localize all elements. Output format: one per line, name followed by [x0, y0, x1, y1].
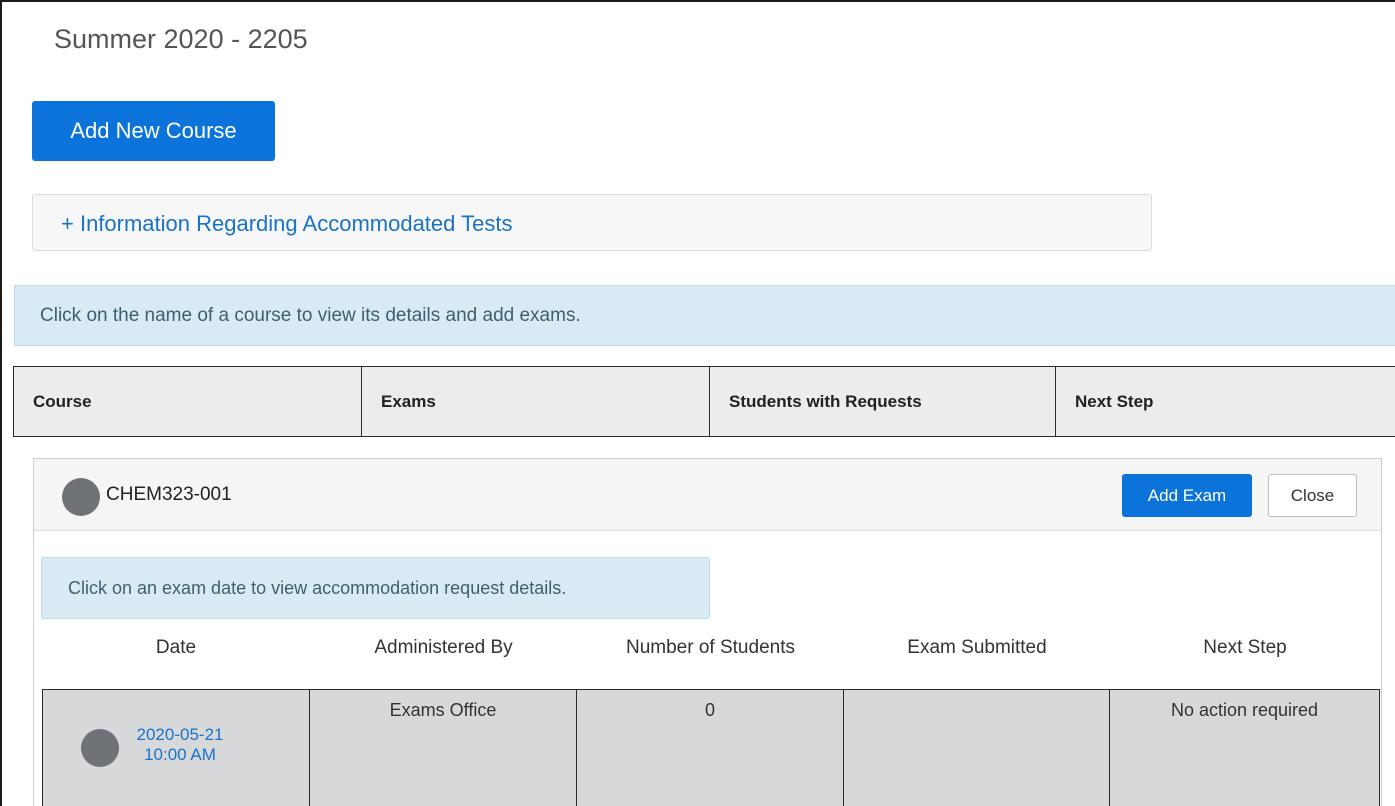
close-button[interactable]: Close	[1268, 474, 1357, 517]
course-card: CHEM323-001 Add Exam Close Click on an e…	[33, 458, 1382, 806]
course-hint-text: Click on the name of a course to view it…	[40, 305, 581, 326]
exam-column-date: Date	[155, 637, 197, 658]
exam-column-number-of-students: Number of Students	[626, 637, 795, 658]
exam-time[interactable]: 10:00 AM	[135, 745, 225, 765]
course-card-header: CHEM323-001 Add Exam Close	[34, 459, 1381, 531]
exam-column-next-step: Next Step	[1203, 637, 1287, 658]
exam-row: 2020-05-21 10:00 AM Exams Office 0 No ac…	[42, 689, 1380, 806]
page-frame: Summer 2020 - 2205 Add New Course + Info…	[0, 0, 1395, 806]
course-code[interactable]: CHEM323-001	[106, 484, 232, 506]
exam-table-header: Date Administered By Number of Students …	[42, 637, 1380, 667]
add-exam-button[interactable]: Add Exam	[1122, 474, 1252, 517]
accommodated-tests-info-panel: + Information Regarding Accommodated Tes…	[32, 194, 1152, 251]
column-header-course[interactable]: Course	[14, 367, 362, 436]
column-header-students-with-requests[interactable]: Students with Requests	[710, 367, 1056, 436]
exam-status-dot-icon	[81, 729, 119, 767]
exam-hint-text: Click on an exam date to view accommodat…	[68, 578, 567, 598]
exam-column-administered-by: Administered By	[374, 637, 513, 658]
column-header-next-step[interactable]: Next Step	[1056, 367, 1395, 436]
exam-date-link[interactable]: 2020-05-21 10:00 AM	[135, 725, 225, 765]
exam-hint-alert: Click on an exam date to view accommodat…	[41, 557, 710, 619]
exam-submitted	[844, 690, 1110, 806]
exam-administered-by: Exams Office	[310, 690, 577, 806]
course-table-header: Course Exams Students with Requests Next…	[13, 366, 1395, 437]
course-hint-alert: Click on the name of a course to view it…	[14, 285, 1395, 346]
exam-next-step: No action required	[1170, 700, 1319, 720]
term-title: Summer 2020 - 2205	[54, 24, 308, 54]
exam-date[interactable]: 2020-05-21	[135, 725, 225, 745]
add-new-course-button[interactable]: Add New Course	[32, 101, 275, 161]
exam-date-cell: 2020-05-21 10:00 AM	[43, 690, 310, 806]
course-status-dot-icon	[62, 478, 100, 516]
column-header-exams[interactable]: Exams	[362, 367, 710, 436]
accommodated-tests-info-link[interactable]: + Information Regarding Accommodated Tes…	[61, 211, 512, 237]
exam-number-of-students: 0	[577, 690, 844, 806]
exam-column-exam-submitted: Exam Submitted	[907, 637, 1047, 658]
